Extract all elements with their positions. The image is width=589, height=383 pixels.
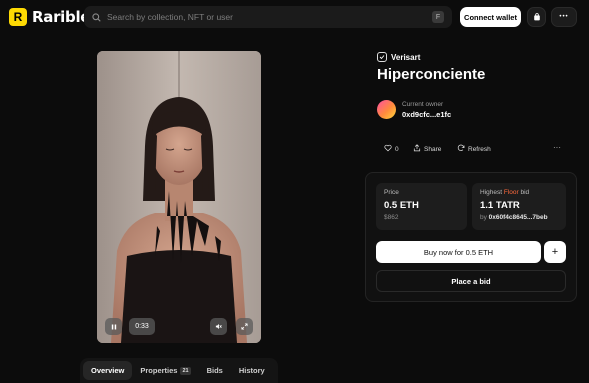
share-button[interactable]: Share — [413, 144, 441, 154]
heart-icon — [384, 144, 392, 154]
creator-link[interactable]: Verisart — [377, 52, 420, 62]
item-tabs: Overview Properties 21 Bids History — [80, 358, 278, 383]
logo-text: Rarible — [32, 8, 91, 26]
bag-icon — [533, 8, 541, 26]
nft-media[interactable]: 0:33 — [97, 51, 261, 343]
purchase-panel: Price 0.5 ETH $862 Highest Floor bid 1.1… — [365, 172, 577, 302]
mute-button[interactable] — [210, 318, 227, 335]
search-input[interactable] — [107, 12, 407, 22]
search-bar[interactable]: F — [84, 6, 452, 28]
price-label: Price — [384, 189, 399, 196]
price-card: Price 0.5 ETH $862 — [376, 183, 467, 230]
logo-mark-icon: R — [9, 8, 27, 26]
current-owner[interactable]: Current owner 0xd9cfc...e1fc — [377, 100, 451, 119]
like-count: 0 — [395, 145, 399, 153]
refresh-icon — [457, 144, 465, 154]
verified-check-icon — [377, 52, 387, 62]
more-menu-button[interactable]: ••• — [551, 7, 577, 27]
muted-speaker-icon — [215, 323, 222, 330]
share-icon — [413, 144, 421, 154]
price-usd: $862 — [384, 214, 399, 221]
like-button[interactable]: 0 — [384, 144, 399, 154]
rarible-logo[interactable]: R Rarible — [9, 8, 90, 26]
tab-history[interactable]: History — [231, 361, 273, 380]
bidder-info: by 0x60f4c8645...7beb — [480, 214, 548, 221]
highest-bid-value: 1.1 TATR — [480, 200, 520, 211]
search-icon — [92, 12, 101, 22]
pause-button[interactable] — [105, 318, 122, 335]
fullscreen-button[interactable] — [236, 318, 253, 335]
cart-button[interactable] — [527, 7, 546, 27]
pause-icon — [111, 324, 117, 330]
refresh-button[interactable]: Refresh — [457, 144, 491, 154]
properties-count-badge: 21 — [180, 366, 191, 375]
plus-icon: + — [551, 246, 559, 258]
nft-artwork-image — [97, 51, 261, 343]
video-time: 0:33 — [129, 318, 155, 335]
top-nav: R Rarible F Connect wallet ••• — [0, 0, 589, 34]
tab-properties[interactable]: Properties 21 — [132, 361, 198, 380]
expand-icon — [241, 323, 248, 330]
highest-bid-label: Highest Floor bid — [480, 189, 530, 196]
more-dots-icon: ••• — [559, 14, 569, 20]
buy-now-button[interactable]: Buy now for 0.5 ETH — [376, 241, 541, 263]
nft-title: Hiperconciente — [377, 66, 486, 83]
tab-bids[interactable]: Bids — [199, 361, 231, 380]
price-value: 0.5 ETH — [384, 200, 419, 211]
creator-name: Verisart — [391, 52, 421, 62]
add-to-cart-button[interactable]: + — [544, 241, 566, 263]
floor-tag: Floor — [503, 189, 519, 196]
highest-bid-card: Highest Floor bid 1.1 TATR by 0x60f4c864… — [472, 183, 566, 230]
search-shortcut-key: F — [432, 11, 444, 23]
bidder-address[interactable]: 0x60f4c8645...7beb — [489, 214, 548, 221]
place-bid-button[interactable]: Place a bid — [376, 270, 566, 292]
owner-label: Current owner — [402, 100, 444, 108]
item-menu-button[interactable]: ··· — [553, 143, 561, 152]
owner-avatar — [377, 100, 396, 119]
owner-address: 0xd9cfc...e1fc — [402, 109, 452, 119]
connect-wallet-button[interactable]: Connect wallet — [460, 7, 521, 27]
tab-overview[interactable]: Overview — [83, 361, 133, 380]
action-bar: 0 Share Refresh ··· — [377, 139, 577, 159]
